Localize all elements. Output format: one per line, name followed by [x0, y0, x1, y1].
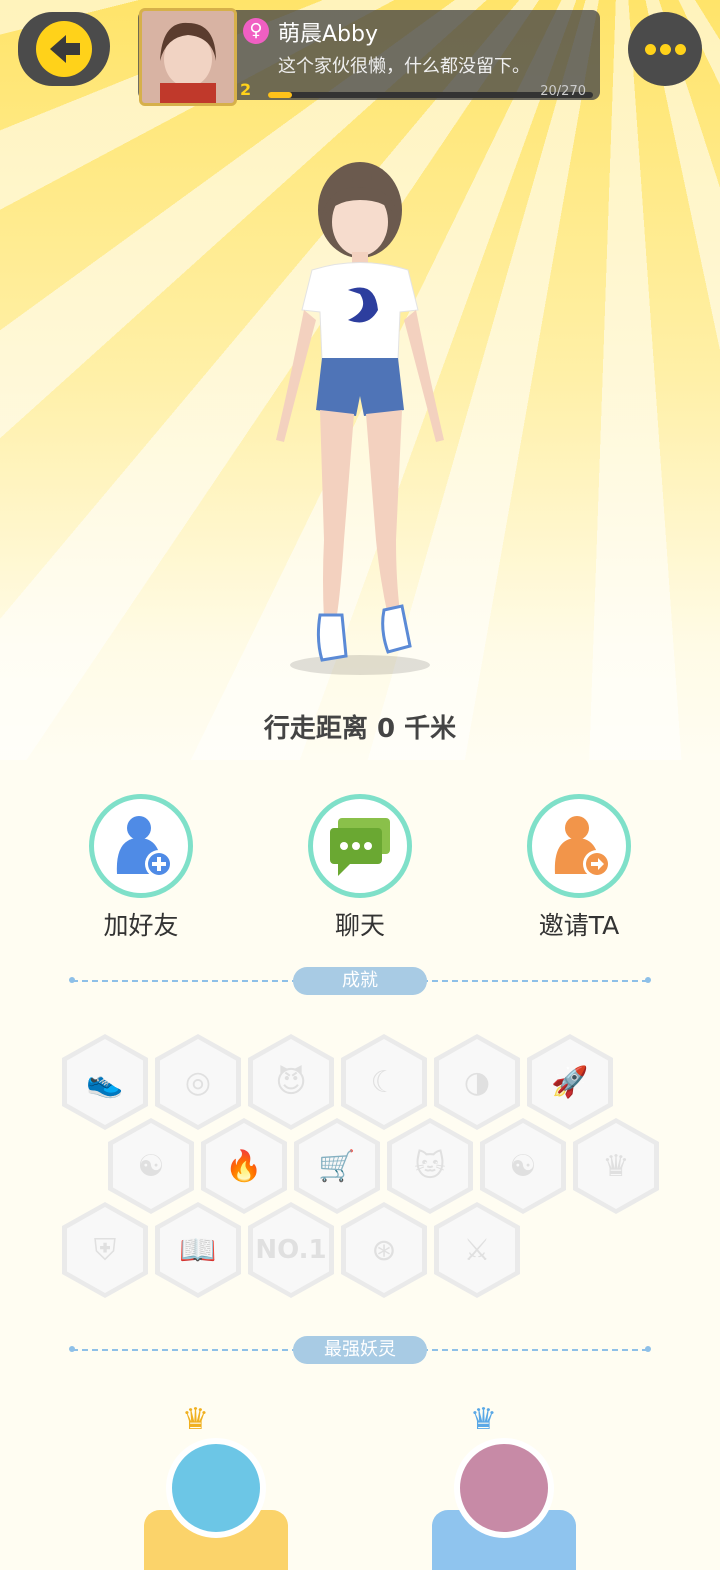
achievement-badge-taichi[interactable]: ☯	[108, 1118, 194, 1214]
cart-icon: 🛒	[299, 1123, 375, 1209]
add-friend-button[interactable]	[89, 794, 193, 898]
demon-icon: 😈	[253, 1039, 329, 1125]
spirit-card-2[interactable]: ♛	[432, 1400, 576, 1570]
chat-button[interactable]	[308, 794, 412, 898]
xp-progress-fill	[268, 92, 293, 98]
no1-text: NO.1	[253, 1207, 329, 1293]
achievements-title: 成就	[293, 967, 427, 995]
achievement-badge-cart[interactable]: 🛒	[294, 1118, 380, 1214]
blue-crown-icon: ♛	[470, 1402, 497, 1437]
chat-label: 聊天	[334, 911, 385, 940]
add-friend-action: 加好友	[66, 794, 216, 942]
invite-action: 邀请TA	[504, 794, 654, 942]
username: 萌晨Abby	[278, 22, 378, 47]
achievement-badge-moon[interactable]: ☾	[341, 1034, 427, 1130]
invite-label: 邀请TA	[538, 911, 620, 940]
yinyang-box-icon: ☯	[485, 1123, 561, 1209]
achievement-badge-yinyang-box[interactable]: ☯	[480, 1118, 566, 1214]
achievement-badge-target[interactable]: ◎	[155, 1034, 241, 1130]
walk-distance: 行走距离 0 千米	[263, 714, 457, 744]
more-dot-icon	[659, 43, 671, 55]
achievement-badge-no1[interactable]: NO.1	[248, 1202, 334, 1298]
crown-beast-icon: ♛	[578, 1123, 654, 1209]
level-badge: 2	[240, 80, 252, 99]
signature: 这个家伙很懒，什么都没留下。	[278, 56, 530, 77]
chat-action: 聊天	[285, 794, 435, 942]
achievement-badge-rocket[interactable]: 🚀	[527, 1034, 613, 1130]
xp-text: 20/270	[540, 84, 586, 99]
spirit-card-1[interactable]: ♛	[144, 1400, 288, 1570]
strongest-spirit-title: 最强妖灵	[293, 1336, 427, 1364]
achievement-badge-crown-beast[interactable]: ♛	[573, 1118, 659, 1214]
achievement-badge-sneaker[interactable]: 👟	[62, 1034, 148, 1130]
achievement-badge-belt[interactable]: ⊛	[341, 1202, 427, 1298]
cat-icon: 🐱	[392, 1123, 468, 1209]
more-dot-icon	[674, 43, 686, 55]
book-icon: 📖	[160, 1207, 236, 1293]
achievement-badge-demon[interactable]: 😈	[248, 1034, 334, 1130]
achievement-badge-swords[interactable]: ⚔	[434, 1202, 520, 1298]
shield-icon: ⛨	[67, 1207, 143, 1293]
add-friend-label: 加好友	[103, 911, 179, 940]
wolf-spirit-avatar	[166, 1438, 266, 1538]
add-friend-icon	[116, 816, 173, 878]
profile-card: ♀ 萌晨Abby 这个家伙很懒，什么都没留下。 2 20/270	[138, 8, 600, 106]
moon-icon: ☾	[346, 1039, 422, 1125]
sneaker-icon: 👟	[67, 1039, 143, 1125]
female-gender-icon: ♀	[243, 18, 269, 44]
invite-button[interactable]	[527, 794, 631, 898]
flame-icon: 🔥	[206, 1123, 282, 1209]
achievement-badge-ball[interactable]: ◑	[434, 1034, 520, 1130]
avatar[interactable]	[139, 8, 237, 106]
back-button[interactable]	[18, 12, 110, 86]
achievement-badge-flame[interactable]: 🔥	[201, 1118, 287, 1214]
taichi-icon: ☯	[113, 1123, 189, 1209]
achievement-badge-book[interactable]: 📖	[155, 1202, 241, 1298]
achievement-badge-cat[interactable]: 🐱	[387, 1118, 473, 1214]
character-avatar[interactable]	[240, 160, 480, 680]
girl-spirit-avatar	[454, 1438, 554, 1538]
more-button[interactable]	[628, 12, 702, 86]
back-arrow-icon	[36, 21, 92, 77]
ball-icon: ◑	[439, 1039, 515, 1125]
rocket-icon: 🚀	[532, 1039, 608, 1125]
belt-icon: ⊛	[346, 1207, 422, 1293]
gold-crown-icon: ♛	[182, 1402, 209, 1437]
chat-icon	[330, 818, 390, 876]
invite-icon	[554, 816, 611, 878]
target-icon: ◎	[160, 1039, 236, 1125]
crossed-swords-icon: ⚔	[439, 1207, 515, 1293]
achievement-badge-shield[interactable]: ⛨	[62, 1202, 148, 1298]
more-dot-icon	[644, 43, 656, 55]
